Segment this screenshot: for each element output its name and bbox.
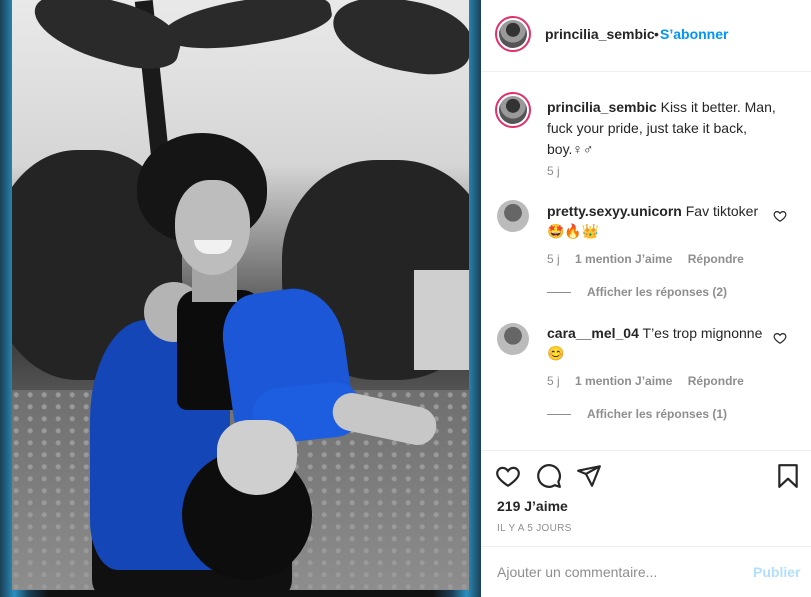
author-avatar[interactable] xyxy=(495,16,531,52)
publish-button[interactable]: Publier xyxy=(753,564,800,580)
comment-meta: 5 j 1 mention J’aime Répondre xyxy=(547,374,756,388)
comment-icon[interactable] xyxy=(536,463,562,489)
comment-body: pretty.sexyy.unicorn Fav tiktoker 🤩🔥👑 xyxy=(547,201,772,241)
comment-input[interactable] xyxy=(497,561,737,583)
commenter-avatar[interactable] xyxy=(497,323,529,355)
bookmark-icon[interactable] xyxy=(775,463,801,489)
caption-avatar[interactable] xyxy=(495,92,531,128)
comment-time[interactable]: 5 j xyxy=(547,374,560,388)
comment-username[interactable]: cara__mel_04 xyxy=(547,325,639,341)
comment-meta: 5 j 1 mention J’aime Répondre xyxy=(547,252,756,266)
view-replies-button[interactable]: Afficher les réponses (1) xyxy=(547,407,727,421)
reply-button[interactable]: Répondre xyxy=(688,374,744,388)
comment-text: T’es trop mignonne xyxy=(642,325,763,341)
post-date[interactable]: IL Y A 5 JOURS xyxy=(497,523,572,534)
comment-time[interactable]: 5 j xyxy=(547,252,560,266)
caption-username[interactable]: princilia_sembic xyxy=(547,99,657,115)
small-heart-icon[interactable] xyxy=(773,209,787,223)
like-count[interactable]: 219 J’aime xyxy=(497,498,568,514)
caption: princilia_sembic Kiss it better. Man, fu… xyxy=(547,97,797,160)
comments-section[interactable]: princilia_sembic Kiss it better. Man, fu… xyxy=(481,72,811,450)
comment-emoji: 😊 xyxy=(547,345,565,361)
comment-text: Fav tiktoker xyxy=(685,203,759,219)
photo-scene xyxy=(12,0,469,590)
post-side-panel: princilia_sembic • S’abonner princilia_s… xyxy=(481,0,811,597)
comment-body: cara__mel_04 T’es trop mignonne 😊 xyxy=(547,323,772,363)
separator-dot: • xyxy=(654,26,659,42)
view-replies-button[interactable]: Afficher les réponses (2) xyxy=(547,285,727,299)
comment-like-count[interactable]: 1 mention J’aime xyxy=(575,252,672,266)
caption-time[interactable]: 5 j xyxy=(547,164,560,178)
comment-emoji: 🤩🔥👑 xyxy=(547,223,600,239)
paper-plane-icon[interactable] xyxy=(576,463,602,489)
comment-like-count[interactable]: 1 mention J’aime xyxy=(575,374,672,388)
author-username[interactable]: princilia_sembic xyxy=(545,26,655,42)
comment-username[interactable]: pretty.sexyy.unicorn xyxy=(547,203,682,219)
small-heart-icon[interactable] xyxy=(773,331,787,345)
reply-button[interactable]: Répondre xyxy=(688,252,744,266)
follow-button[interactable]: S’abonner xyxy=(660,26,728,42)
add-comment-bar: Publier xyxy=(481,546,811,597)
commenter-avatar[interactable] xyxy=(497,200,529,232)
post-photo[interactable] xyxy=(0,0,481,597)
post-header: princilia_sembic • S’abonner xyxy=(481,0,811,72)
post-actions: 219 J’aime IL Y A 5 JOURS xyxy=(481,450,811,546)
heart-icon[interactable] xyxy=(495,463,521,489)
